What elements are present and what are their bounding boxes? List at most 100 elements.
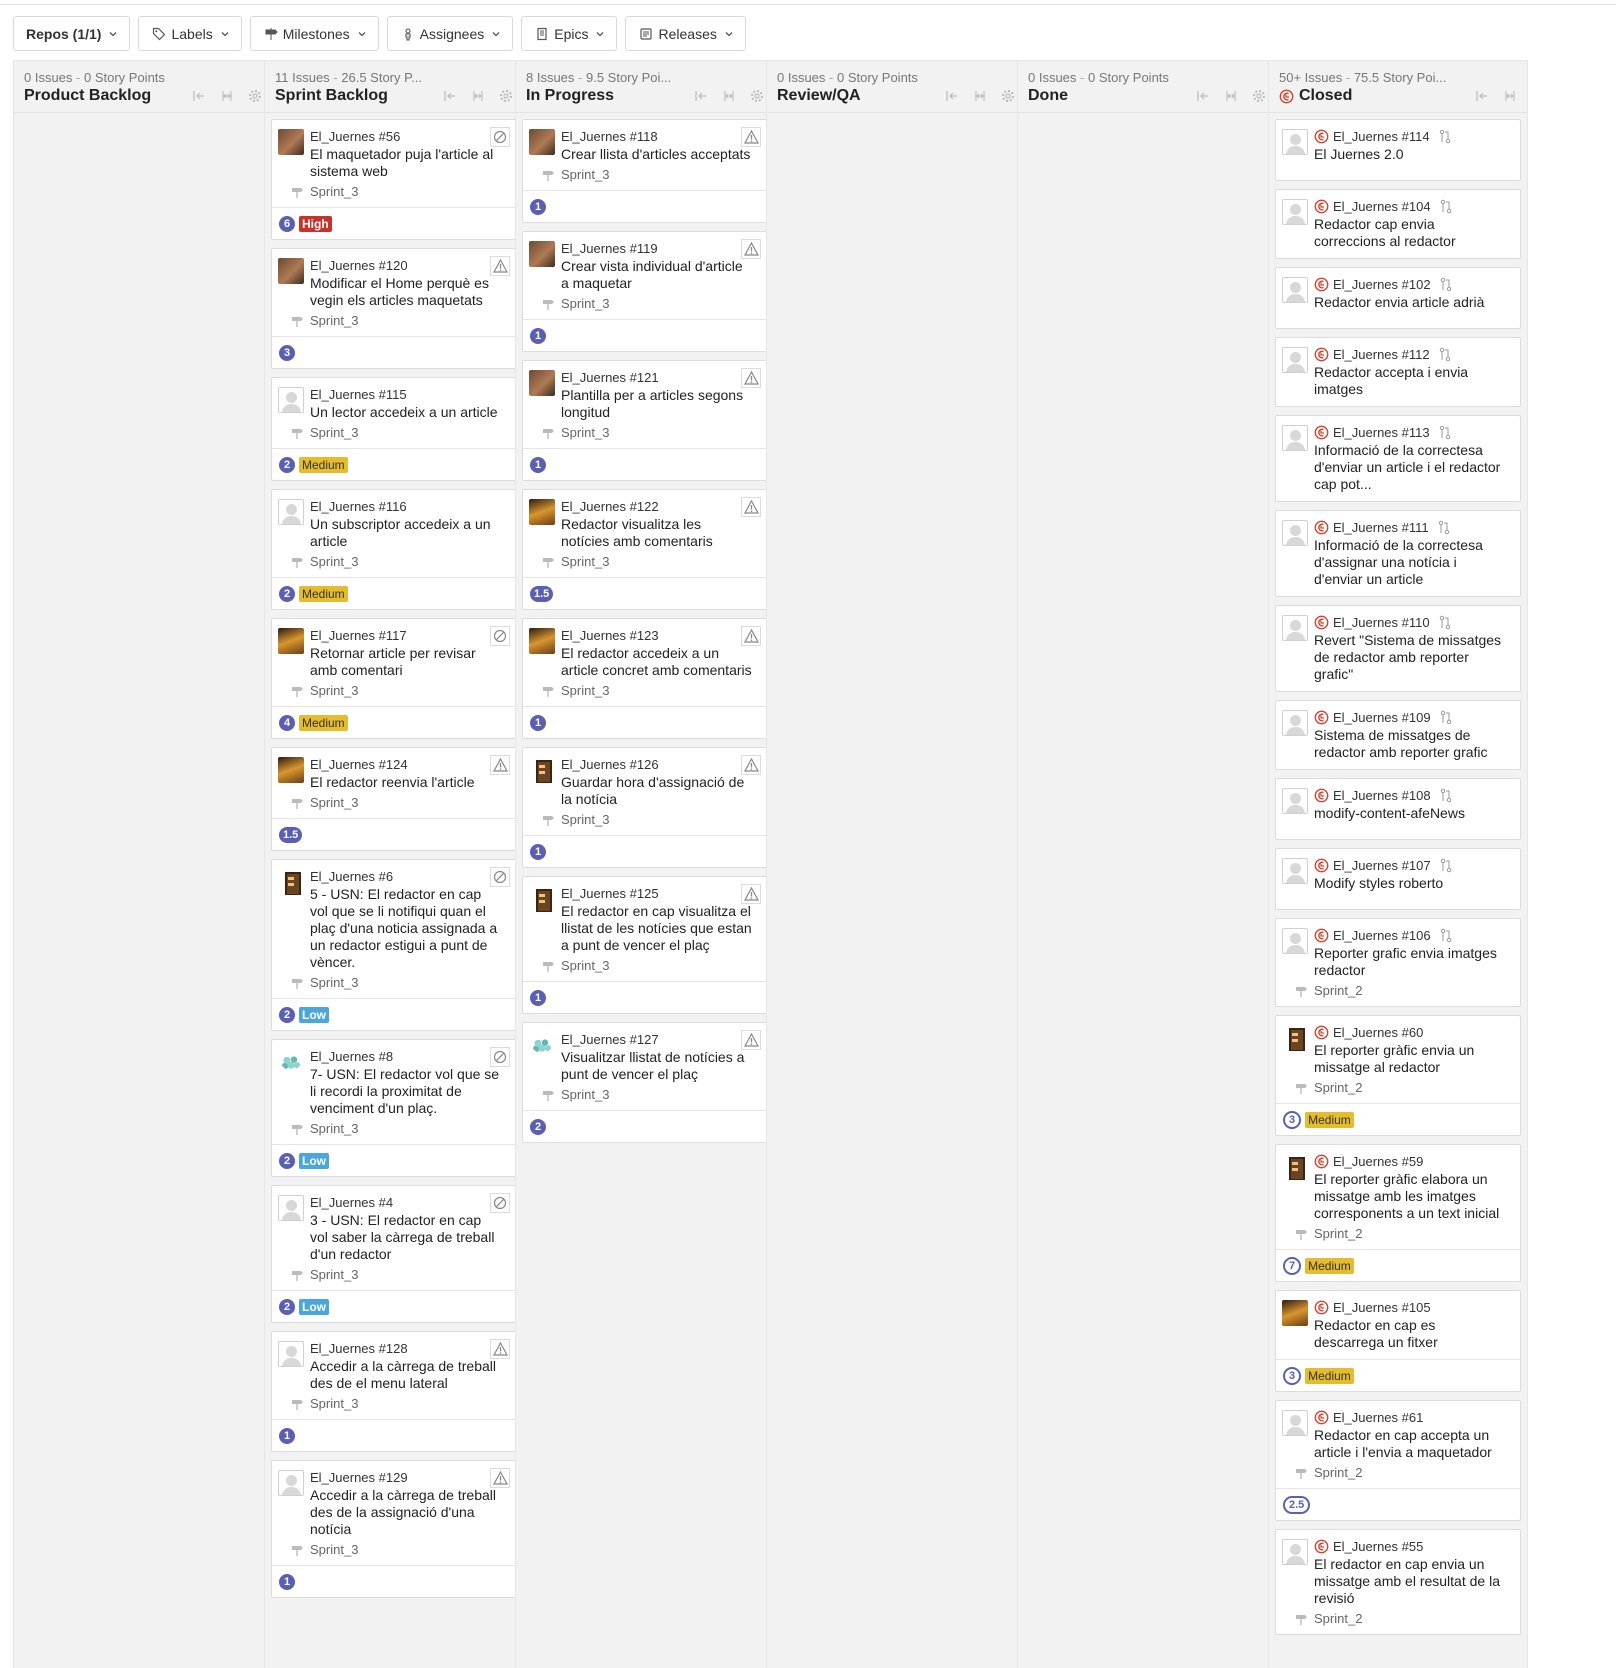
avatar[interactable] (1282, 1025, 1308, 1051)
issue-card[interactable]: El_Juernes #124 El redactor reenvia l'art… (271, 747, 517, 851)
priority-label[interactable]: Medium (299, 714, 348, 731)
issue-ref[interactable]: El_Juernes #111 (1333, 519, 1429, 536)
issue-title[interactable]: El redactor reenvia l'article (310, 774, 508, 791)
avatar[interactable] (278, 499, 304, 525)
collapse-icon[interactable] (1475, 89, 1489, 103)
collapse-icon[interactable] (192, 89, 206, 103)
issue-card[interactable]: El_Juernes #123 El redactor accedeix a un… (522, 618, 768, 739)
wip-limit-icon[interactable] (220, 89, 234, 103)
releases-filter[interactable]: Releases (625, 16, 746, 51)
issue-card[interactable]: El_Juernes #104 Redactor cap envia correc… (1275, 189, 1521, 259)
avatar[interactable] (529, 757, 555, 783)
issue-card[interactable]: El_Juernes #59 El reporter gràfic elabora… (1275, 1144, 1521, 1282)
wip-limit-icon[interactable] (1503, 89, 1517, 103)
avatar[interactable] (278, 628, 304, 654)
issue-ref[interactable]: El_Juernes #117 (310, 627, 407, 644)
issue-card[interactable]: El_Juernes #129 Accedir a la càrrega de t… (271, 1460, 517, 1598)
avatar[interactable] (1282, 1154, 1308, 1180)
wip-limit-icon[interactable] (722, 89, 736, 103)
avatar[interactable] (1282, 1539, 1308, 1565)
issue-ref[interactable]: El_Juernes #4 (310, 1194, 393, 1211)
avatar[interactable] (278, 869, 304, 895)
issue-card[interactable]: El_Juernes #111 Informació de la correcte… (1275, 510, 1521, 597)
warning-icon[interactable] (490, 256, 510, 276)
issue-card[interactable]: El_Juernes #110 Revert "Sistema de missat… (1275, 605, 1521, 692)
issue-card[interactable]: El_Juernes #116 Un subscriptor accedeix a… (271, 489, 517, 610)
avatar[interactable] (278, 1049, 304, 1075)
issue-ref[interactable]: El_Juernes #55 (1333, 1538, 1423, 1555)
avatar[interactable] (1282, 277, 1308, 303)
issue-title[interactable]: Redactor visualitza les notícies amb com… (561, 516, 759, 550)
issue-card[interactable]: El_Juernes #117 Retornar article per revi… (271, 618, 517, 739)
repos-filter[interactable]: Repos (1/1) (13, 16, 131, 51)
issue-ref[interactable]: El_Juernes #8 (310, 1048, 393, 1065)
warning-icon[interactable] (490, 755, 510, 775)
avatar[interactable] (529, 241, 555, 267)
gear-icon[interactable] (1252, 89, 1266, 103)
avatar[interactable] (529, 129, 555, 155)
collapse-icon[interactable] (694, 89, 708, 103)
issue-ref[interactable]: El_Juernes #104 (1333, 198, 1431, 215)
warning-icon[interactable] (741, 755, 761, 775)
warning-icon[interactable] (741, 127, 761, 147)
issue-card[interactable]: El_Juernes #127 Visualitzar llistat de no… (522, 1022, 768, 1143)
wip-limit-icon[interactable] (1224, 89, 1238, 103)
avatar[interactable] (1282, 788, 1308, 814)
issue-ref[interactable]: El_Juernes #102 (1333, 276, 1431, 293)
issue-title[interactable]: 3 - USN: El redactor en cap vol saber la… (310, 1212, 508, 1263)
issue-ref[interactable]: El_Juernes #121 (561, 369, 659, 386)
issue-ref[interactable]: El_Juernes #56 (310, 128, 400, 145)
issue-title[interactable]: El redactor en cap visualitza el llistat… (561, 903, 759, 954)
avatar[interactable] (278, 387, 304, 413)
avatar[interactable] (529, 370, 555, 396)
issue-ref[interactable]: El_Juernes #6 (310, 868, 393, 885)
issue-card[interactable]: El_Juernes #113 Informació de la correcte… (1275, 415, 1521, 502)
issue-title[interactable]: Crear llista d'articles acceptats (561, 146, 759, 163)
issue-ref[interactable]: El_Juernes #119 (561, 240, 658, 257)
issue-ref[interactable]: El_Juernes #109 (1333, 709, 1431, 726)
blocked-icon[interactable] (490, 867, 510, 887)
issue-card[interactable]: El_Juernes #60 El reporter gràfic envia u… (1275, 1015, 1521, 1136)
issue-card[interactable]: El_Juernes #125 El redactor en cap visual… (522, 876, 768, 1014)
issue-ref[interactable]: El_Juernes #59 (1333, 1153, 1423, 1170)
issue-ref[interactable]: El_Juernes #107 (1333, 857, 1431, 874)
issue-title[interactable]: El maquetador puja l'article al sistema … (310, 146, 508, 180)
warning-icon[interactable] (490, 1468, 510, 1488)
issue-card[interactable]: El_Juernes #119 Crear vista individual d'… (522, 231, 768, 352)
blocked-icon[interactable] (490, 127, 510, 147)
avatar[interactable] (1282, 858, 1308, 884)
avatar[interactable] (1282, 615, 1308, 641)
issue-title[interactable]: Visualitzar llistat de notícies a punt d… (561, 1049, 759, 1083)
priority-label[interactable]: Medium (1305, 1257, 1354, 1274)
issue-ref[interactable]: El_Juernes #114 (1333, 128, 1430, 145)
blocked-icon[interactable] (490, 1047, 510, 1067)
issue-title[interactable]: Accedir a la càrrega de treball des de e… (310, 1358, 508, 1392)
warning-icon[interactable] (741, 239, 761, 259)
issue-card[interactable]: El_Juernes #121 Plantilla per a articles … (522, 360, 768, 481)
issue-title[interactable]: modify-content-afeNews (1314, 805, 1512, 822)
issue-ref[interactable]: El_Juernes #116 (310, 498, 407, 515)
priority-label[interactable]: Low (299, 1006, 329, 1023)
issue-title[interactable]: Redactor envia article adrià (1314, 294, 1512, 311)
issue-title[interactable]: Modificar el Home perquè es vegin els ar… (310, 275, 508, 309)
collapse-icon[interactable] (1196, 89, 1210, 103)
issue-title[interactable]: Revert "Sistema de missatges de redactor… (1314, 632, 1512, 683)
avatar[interactable] (1282, 199, 1308, 225)
avatar[interactable] (278, 129, 304, 155)
issue-ref[interactable]: El_Juernes #120 (310, 257, 408, 274)
avatar[interactable] (278, 258, 304, 284)
blocked-icon[interactable] (490, 626, 510, 646)
milestones-filter[interactable]: Milestones (249, 16, 379, 51)
issue-title[interactable]: Un lector accedeix a un article (310, 404, 508, 421)
avatar[interactable] (278, 1195, 304, 1221)
issue-title[interactable]: Crear vista individual d'article a maque… (561, 258, 759, 292)
issue-card[interactable]: El_Juernes #6 5 - USN: El redactor en cap… (271, 859, 517, 1031)
avatar[interactable] (1282, 710, 1308, 736)
issue-title[interactable]: Reporter grafic envia imatges redactor (1314, 945, 1512, 979)
gear-icon[interactable] (248, 89, 262, 103)
avatar[interactable] (529, 499, 555, 525)
issue-title[interactable]: Plantilla per a articles segons longitud (561, 387, 759, 421)
issue-card[interactable]: El_Juernes #105 Redactor en cap es descar… (1275, 1290, 1521, 1392)
avatar[interactable] (1282, 928, 1308, 954)
gear-icon[interactable] (1001, 89, 1015, 103)
